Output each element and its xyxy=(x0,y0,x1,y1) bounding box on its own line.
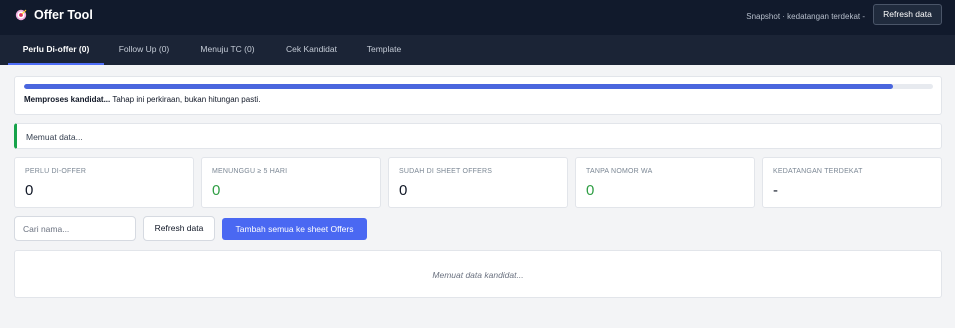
stat-card-perlu-di-offer: PERLU DI-OFFER 0 xyxy=(14,157,194,208)
progress-message: Memproses kandidat... Tahap ini perkiraa… xyxy=(24,95,260,105)
progress-fill xyxy=(24,84,893,89)
app-title: Offer Tool xyxy=(34,8,93,22)
search-input[interactable] xyxy=(14,216,136,241)
candidate-list: Memuat data kandidat... xyxy=(14,250,942,298)
snapshot-info: Snapshot · kedatangan terdekat - xyxy=(746,12,865,21)
stat-value: - xyxy=(773,182,778,199)
app-brand: Offer Tool xyxy=(15,8,93,22)
stat-value: 0 xyxy=(25,182,34,199)
header-refresh-button[interactable]: Refresh data xyxy=(873,4,942,25)
tab-perlu-di-offer[interactable]: Perlu Di-offer (0) xyxy=(8,35,104,65)
add-all-to-offers-button[interactable]: Tambah semua ke sheet Offers xyxy=(222,218,367,240)
tab-template[interactable]: Template xyxy=(356,35,412,65)
progress-note: Tahap ini perkiraan, bukan hitungan past… xyxy=(112,95,261,104)
tab-cek-kandidat[interactable]: Cek Kandidat xyxy=(274,35,349,65)
target-icon xyxy=(15,9,27,21)
tab-follow-up[interactable]: Follow Up (0) xyxy=(106,35,182,65)
stat-label: PERLU DI-OFFER xyxy=(25,168,87,175)
stat-label: TANPA NOMOR WA xyxy=(586,168,653,175)
stat-card-menunggu: MENUNGGU ≥ 5 HARI 0 xyxy=(201,157,381,208)
stat-card-sudah-di-sheet: SUDAH DI SHEET OFFERS 0 xyxy=(388,157,568,208)
progress-bar xyxy=(24,84,933,89)
status-banner: Memuat data... xyxy=(14,123,942,149)
tab-bar: Perlu Di-offer (0) Follow Up (0) Menuju … xyxy=(0,35,955,65)
status-message: Memuat data... xyxy=(26,132,83,142)
refresh-button[interactable]: Refresh data xyxy=(143,216,215,241)
top-bar: Offer Tool Snapshot · kedatangan terdeka… xyxy=(0,0,955,35)
stat-label: MENUNGGU ≥ 5 HARI xyxy=(212,168,288,175)
stat-label: SUDAH DI SHEET OFFERS xyxy=(399,168,493,175)
progress-card: Memproses kandidat... Tahap ini perkiraa… xyxy=(14,76,942,115)
list-loading-message: Memuat data kandidat... xyxy=(432,270,524,280)
stat-card-kedatangan-terdekat: KEDATANGAN TERDEKAT - xyxy=(762,157,942,208)
progress-status: Memproses kandidat... xyxy=(24,95,111,104)
stat-value: 0 xyxy=(399,182,408,199)
stat-card-tanpa-nomor-wa: TANPA NOMOR WA 0 xyxy=(575,157,755,208)
stat-value: 0 xyxy=(212,182,221,199)
tab-menuju-tc[interactable]: Menuju TC (0) xyxy=(188,35,267,65)
stat-value: 0 xyxy=(586,182,595,199)
stat-label: KEDATANGAN TERDEKAT xyxy=(773,168,863,175)
